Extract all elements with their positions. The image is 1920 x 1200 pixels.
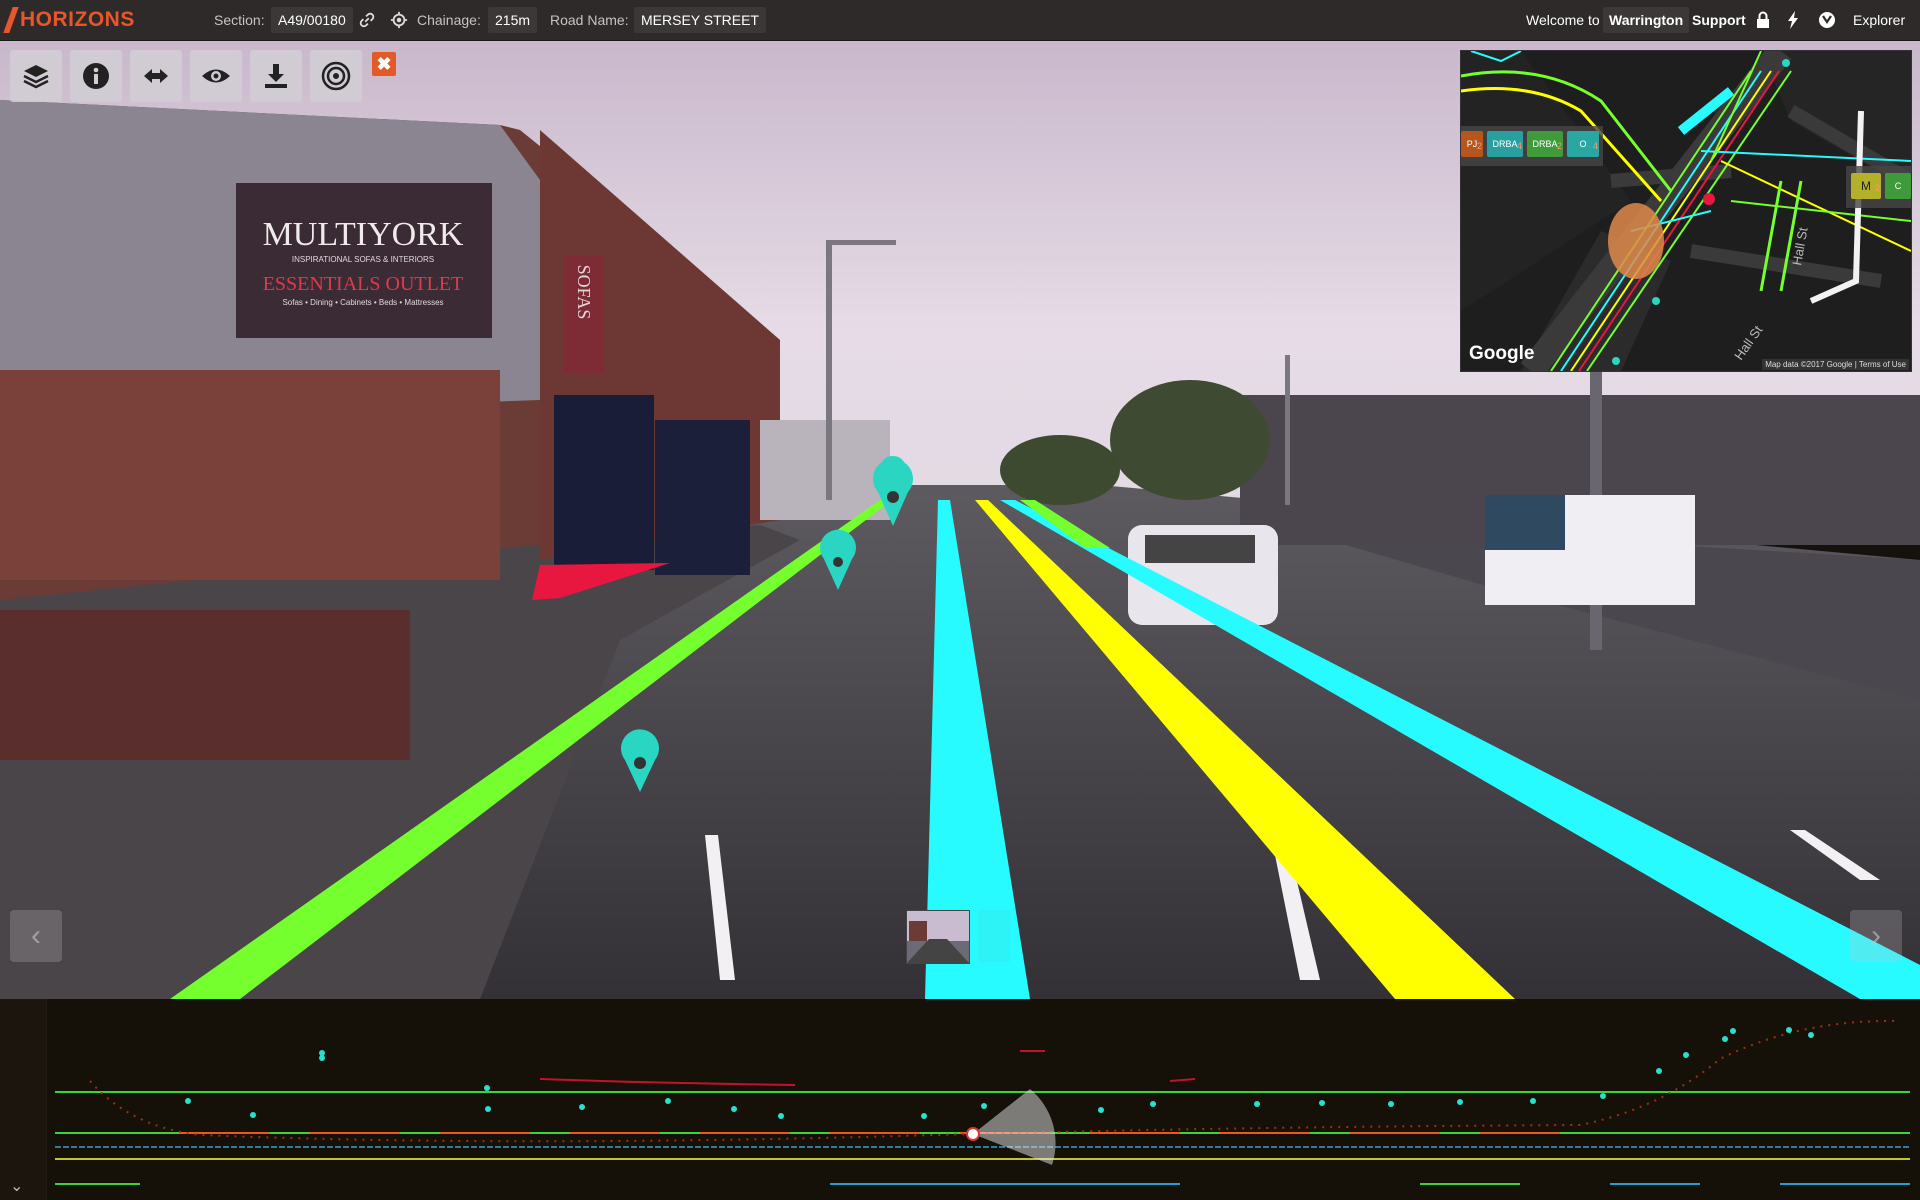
previous-image-button[interactable]: ‹ xyxy=(10,910,62,962)
user-badge-icon[interactable] xyxy=(1818,11,1836,29)
chainage-profile-panel[interactable]: ⌄ xyxy=(0,999,1920,1200)
shop-window xyxy=(554,395,654,570)
white-car-window xyxy=(1145,535,1255,563)
low-wall xyxy=(0,610,410,760)
shop-sign-outlet: ESSENTIALS OUTLET xyxy=(263,273,464,295)
explorer-link[interactable]: Explorer xyxy=(1853,12,1905,28)
shop-sign-tagline: INSPIRATIONAL SOFAS & INTERIORS xyxy=(292,255,434,264)
lamp-post-arm xyxy=(826,240,896,245)
info-icon xyxy=(83,63,109,89)
image-thumbnail[interactable] xyxy=(906,910,970,964)
road-name-label: Road Name: xyxy=(550,12,629,28)
lock-icon[interactable] xyxy=(1756,11,1770,29)
welcome-location[interactable]: Warrington xyxy=(1603,7,1690,33)
tree-mid xyxy=(1000,435,1120,505)
app-logo[interactable]: HORIZONS xyxy=(3,6,135,34)
eye-icon xyxy=(202,69,230,83)
map-data-notice: Map data ©2017 Google | Terms of Use xyxy=(1762,359,1909,370)
layer-chip-c[interactable]: C xyxy=(1885,173,1911,199)
next-image-button[interactable]: › xyxy=(1850,910,1902,962)
locate-icon[interactable] xyxy=(390,11,408,29)
download-icon xyxy=(265,64,287,88)
layer-chip-o[interactable]: O4 xyxy=(1567,131,1599,157)
logo-text: HORIZONS xyxy=(20,8,135,31)
google-attribution: Google xyxy=(1469,343,1535,364)
profile-cyan-points xyxy=(185,1027,1814,1119)
lightning-icon[interactable] xyxy=(1786,11,1800,29)
minimap[interactable]: Hall St Hall St PJ 2 DRBA 4 DRBA 2 O4 M2 C … xyxy=(1460,50,1912,372)
white-van-load xyxy=(1485,495,1565,550)
lamp-post xyxy=(826,245,832,500)
chainage-value: 215m xyxy=(488,7,538,33)
layer-chip-drba-2[interactable]: DRBA 2 xyxy=(1527,131,1563,157)
measure-button[interactable] xyxy=(130,50,182,102)
link-icon[interactable] xyxy=(358,11,376,29)
logo-slash xyxy=(3,7,19,33)
thumbnail-preview xyxy=(907,911,969,963)
profile-red-segment xyxy=(539,1078,796,1086)
distant-building xyxy=(760,420,890,520)
shop-window-2 xyxy=(655,420,750,575)
target-icon xyxy=(321,61,351,91)
lamp-post-right xyxy=(1285,355,1290,505)
tree-right xyxy=(1110,380,1270,500)
close-button[interactable]: ✖ xyxy=(372,52,396,76)
layers-icon xyxy=(23,65,49,89)
info-button[interactable] xyxy=(70,50,122,102)
layer-chip-pj[interactable]: PJ 2 xyxy=(1461,131,1483,157)
section-label: Section: xyxy=(214,12,265,28)
profile-red-segment-3 xyxy=(1169,1078,1196,1082)
target-button[interactable] xyxy=(310,50,362,102)
road-name-value: MERSEY STREET xyxy=(634,7,766,33)
brick-wall xyxy=(0,370,500,580)
layers-button[interactable] xyxy=(10,50,62,102)
welcome-label: Welcome to xyxy=(1526,12,1600,28)
layer-chip-drba[interactable]: DRBA 4 xyxy=(1487,131,1523,157)
chainage-label: Chainage: xyxy=(417,12,481,28)
section-value[interactable]: A49/00180 xyxy=(271,7,353,33)
view-cone xyxy=(973,1089,1056,1165)
current-position-marker[interactable] xyxy=(966,1127,980,1141)
image-thumbnail-next[interactable] xyxy=(978,910,1010,962)
sofas-banner-text: SOFAS xyxy=(574,265,594,320)
shop-sign-sub: Sofas • Dining • Cabinets • Beds • Mattr… xyxy=(282,298,443,307)
map-data-text: Map data ©2017 Google xyxy=(1765,360,1853,369)
shop-sign-title: MULTIYORK xyxy=(263,216,464,253)
top-bar: HORIZONS Section: A49/00180 Chainage: 21… xyxy=(0,0,1920,41)
visibility-button[interactable] xyxy=(190,50,242,102)
minimap-canvas: Hall St Hall St xyxy=(1461,51,1911,371)
layer-chip-m[interactable]: M2 xyxy=(1851,173,1881,199)
profile-chart xyxy=(55,1019,1910,1185)
support-link[interactable]: Support xyxy=(1692,12,1746,28)
double-arrow-icon xyxy=(144,69,168,83)
download-button[interactable] xyxy=(250,50,302,102)
terms-link[interactable]: Terms of Use xyxy=(1859,360,1906,369)
